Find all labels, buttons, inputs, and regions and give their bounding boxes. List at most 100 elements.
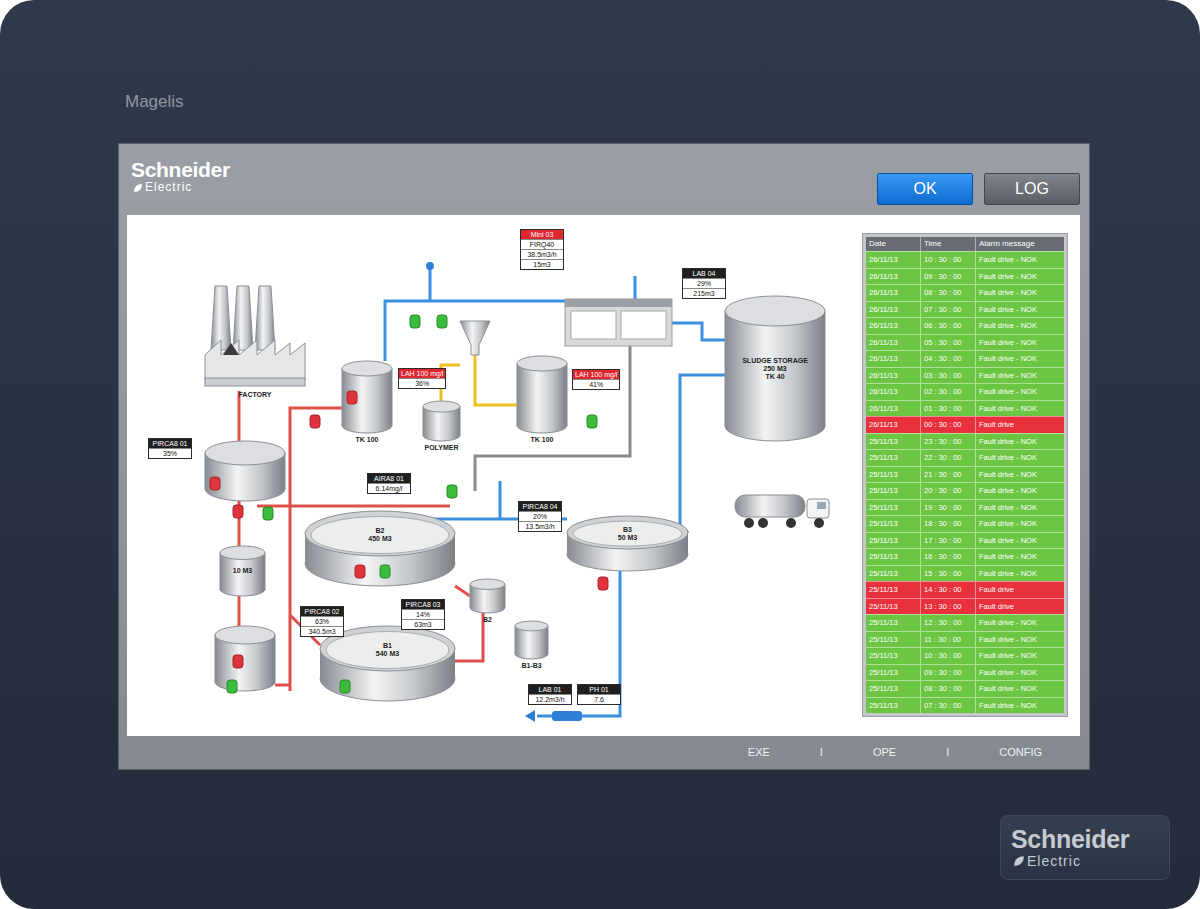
tag-value: 36%: [399, 378, 445, 388]
alarm-row[interactable]: 26/11/1304 : 30 : 00Fault drive - NOK: [866, 350, 1064, 367]
alarm-row[interactable]: 25/11/1323 : 30 : 00Fault drive - NOK: [866, 433, 1064, 450]
valve[interactable]: [210, 477, 220, 490]
tag-name: Mini 03: [521, 230, 563, 239]
alarm-row[interactable]: 25/11/1309 : 30 : 00Fault drive - NOK: [866, 664, 1064, 681]
valve[interactable]: [447, 485, 457, 498]
alarm-row[interactable]: 26/11/1301 : 30 : 00Fault drive - NOK: [866, 400, 1064, 417]
bezel-logo: Schneider Electric: [1000, 815, 1170, 880]
alarm-row[interactable]: 26/11/1308 : 30 : 00Fault drive - NOK: [866, 284, 1064, 301]
measurement-tag[interactable]: LAB 0429%215m3: [682, 268, 726, 299]
valve[interactable]: [263, 507, 273, 520]
alarm-date: 25/11/13: [866, 681, 920, 697]
alarm-row[interactable]: 25/11/1314 : 30 : 00Fault drive: [866, 581, 1064, 598]
vessel-label-line: 10 M3: [233, 567, 252, 575]
alarm-row[interactable]: 26/11/1307 : 30 : 00Fault drive - NOK: [866, 301, 1064, 318]
brand-name: Schneider: [131, 159, 230, 181]
alarm-message: Fault drive - NOK: [975, 533, 1064, 549]
tank-edge: [285, 453, 286, 489]
tank-edge: [825, 311, 826, 426]
alarm-row[interactable]: 25/11/1308 : 30 : 00Fault drive - NOK: [866, 680, 1064, 697]
alarm-row[interactable]: 25/11/1317 : 30 : 00Fault drive - NOK: [866, 532, 1064, 549]
measurement-tag[interactable]: PIRCA8 0263%340.5m3: [300, 606, 344, 637]
valve[interactable]: [598, 577, 608, 590]
valve[interactable]: [233, 505, 243, 518]
alarm-message: Fault drive - NOK: [975, 566, 1064, 582]
valve[interactable]: [347, 391, 357, 404]
alarm-row[interactable]: 25/11/1318 : 30 : 00Fault drive - NOK: [866, 515, 1064, 532]
alarm-row[interactable]: 25/11/1320 : 30 : 00Fault drive - NOK: [866, 482, 1064, 499]
alarm-row[interactable]: 25/11/1322 : 30 : 00Fault drive - NOK: [866, 449, 1064, 466]
tag-value: FIRQ40: [521, 239, 563, 249]
valve[interactable]: [587, 415, 597, 428]
mode-separator: I: [946, 744, 949, 761]
mode-item[interactable]: CONFIG: [999, 744, 1042, 761]
measurement-tag[interactable]: PIRCA8 0420%13.5m3/h: [518, 501, 562, 532]
alarm-time: 11 : 30 : 00: [920, 632, 975, 648]
alarm-row[interactable]: 25/11/1313 : 30 : 00Fault drive: [866, 598, 1064, 615]
tag-value: 41%: [573, 379, 619, 389]
alarm-row[interactable]: 25/11/1315 : 30 : 00Fault drive - NOK: [866, 565, 1064, 582]
alarm-date: 25/11/13: [866, 665, 920, 681]
tank-top: [423, 401, 460, 412]
measurement-tag[interactable]: Mini 03FIRQ4038.5m3/h15m3: [520, 229, 564, 270]
tank-edge: [275, 635, 276, 682]
valve[interactable]: [310, 415, 320, 428]
alarm-row[interactable]: 25/11/1307 : 30 : 00Fault drive - NOK: [866, 697, 1064, 714]
measurement-tag[interactable]: LAH 100 mg/l36%: [398, 368, 446, 389]
alarm-row[interactable]: 25/11/1316 : 30 : 00Fault drive - NOK: [866, 548, 1064, 565]
alarm-row[interactable]: 26/11/1306 : 30 : 00Fault drive - NOK: [866, 317, 1064, 334]
alarm-message: Fault drive: [975, 417, 1064, 433]
alarm-message: Fault drive - NOK: [975, 467, 1064, 483]
alarm-row[interactable]: 25/11/1321 : 30 : 00Fault drive - NOK: [866, 466, 1064, 483]
mode-item[interactable]: OPE: [873, 744, 896, 761]
measurement-tag[interactable]: PIRCA8 0135%: [148, 438, 192, 459]
valve[interactable]: [380, 565, 390, 578]
measurement-tag[interactable]: LAH 100 mg/l41%: [572, 369, 620, 390]
vessel-label-line: B3: [618, 526, 637, 534]
tag-name: PIRCA8 01: [149, 439, 191, 448]
alarm-row[interactable]: 25/11/1311 : 30 : 00Fault drive - NOK: [866, 631, 1064, 648]
alarm-time: 23 : 30 : 00: [920, 434, 975, 450]
tag-value: 20%: [519, 511, 561, 521]
ok-button[interactable]: OK: [877, 173, 973, 205]
alarm-time: 07 : 30 : 00: [920, 698, 975, 714]
vessel-label-line: TK 100: [356, 436, 379, 444]
valve[interactable]: [340, 680, 350, 693]
valve[interactable]: [227, 680, 237, 693]
alarm-message: Fault drive - NOK: [975, 549, 1064, 565]
tag-value: 63m3: [402, 619, 444, 629]
tag-value: 340.5m3: [301, 626, 343, 636]
alarm-date: 26/11/13: [866, 269, 920, 285]
alarm-time: 21 : 30 : 00: [920, 467, 975, 483]
mode-item[interactable]: EXE: [748, 744, 770, 761]
measurement-tag[interactable]: PH 017.6: [577, 684, 621, 705]
valves: [210, 315, 608, 693]
measurement-tag[interactable]: AIRA8 016.14mg/l: [367, 473, 411, 494]
valve[interactable]: [355, 565, 365, 578]
tank-top: [220, 546, 265, 560]
brand-sub: Electric: [145, 181, 192, 194]
alarm-row[interactable]: 25/11/1312 : 30 : 00Fault drive - NOK: [866, 614, 1064, 631]
alarm-row[interactable]: 26/11/1305 : 30 : 00Fault drive - NOK: [866, 334, 1064, 351]
valve[interactable]: [437, 315, 447, 328]
valve[interactable]: [410, 315, 420, 328]
tag-name: PIRCA8 03: [402, 600, 444, 609]
valve[interactable]: [233, 655, 243, 668]
alarm-date: 25/11/13: [866, 698, 920, 714]
log-button[interactable]: LOG: [984, 173, 1080, 205]
alarm-message: Fault drive - NOK: [975, 516, 1064, 532]
tank-vessel: [517, 356, 567, 433]
alarm-message: Fault drive - NOK: [975, 632, 1064, 648]
alarm-row[interactable]: 25/11/1310 : 30 : 00Fault drive - NOK: [866, 647, 1064, 664]
hmi-screen: Schneider Electric OK LOG: [118, 143, 1090, 770]
measurement-tag[interactable]: PIRCA8 0314%63m3: [401, 599, 445, 630]
alarm-row[interactable]: 25/11/1319 : 30 : 00Fault drive - NOK: [866, 499, 1064, 516]
alarm-row[interactable]: 26/11/1303 : 30 : 00Fault drive - NOK: [866, 367, 1064, 384]
alarm-row[interactable]: 26/11/1309 : 30 : 00Fault drive - NOK: [866, 268, 1064, 285]
alarm-row[interactable]: 26/11/1300 : 30 : 00Fault drive: [866, 416, 1064, 433]
alarm-row[interactable]: 26/11/1302 : 30 : 00Fault drive - NOK: [866, 383, 1064, 400]
tank-vessel: [470, 579, 505, 613]
measurement-tag[interactable]: LAB 0112.2m3/h: [528, 684, 572, 705]
alarm-date: 26/11/13: [866, 285, 920, 301]
alarm-row[interactable]: 26/11/1310 : 30 : 00Fault drive - NOK: [866, 251, 1064, 268]
